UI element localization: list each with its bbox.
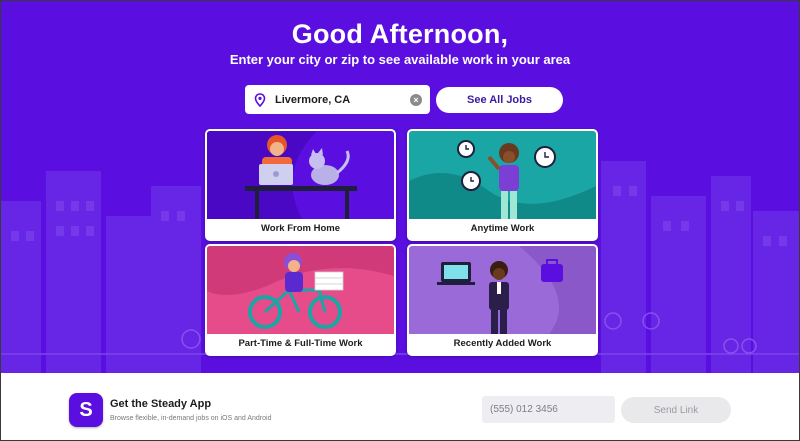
location-value[interactable]: Livermore, CA <box>275 94 410 106</box>
category-card-part-time-full-time-work[interactable]: Part-Time & Full-Time Work <box>205 244 396 356</box>
category-label: Work From Home <box>260 223 340 234</box>
part-time-full-time-illustration <box>207 246 394 334</box>
location-prompt: Enter your city or zip to see available … <box>229 52 571 67</box>
anytime-work-illustration <box>409 131 596 219</box>
category-label: Part-Time & Full-Time Work <box>238 338 363 349</box>
phone-number-input[interactable] <box>482 396 615 423</box>
send-link-button[interactable]: Send Link <box>621 397 731 423</box>
hero-section: Good Afternoon, Enter your city or zip t… <box>1 1 799 373</box>
clear-icon[interactable]: × <box>410 93 422 106</box>
category-card-anytime-work[interactable]: Anytime Work <box>407 129 598 241</box>
steady-app-icon[interactable]: S <box>69 393 103 427</box>
map-pin-icon <box>254 92 266 107</box>
category-label: Anytime Work <box>470 223 535 234</box>
greeting-heading: Good Afternoon, <box>291 19 509 49</box>
category-card-recently-added-work[interactable]: Recently Added Work <box>407 244 598 356</box>
location-search-input[interactable]: Livermore, CA × <box>245 85 430 114</box>
work-from-home-illustration <box>207 131 394 219</box>
category-card-work-from-home[interactable]: Work From Home <box>205 129 396 241</box>
category-label: Recently Added Work <box>453 338 552 349</box>
app-download-footer: S Get the Steady App Browse flexible, in… <box>1 373 799 440</box>
see-all-jobs-button[interactable]: See All Jobs <box>436 87 563 113</box>
app-promo-subtitle: Browse flexible, in-demand jobs on iOS a… <box>110 415 272 422</box>
app-promo-title: Get the Steady App <box>110 398 212 410</box>
recently-added-work-illustration <box>409 246 596 334</box>
